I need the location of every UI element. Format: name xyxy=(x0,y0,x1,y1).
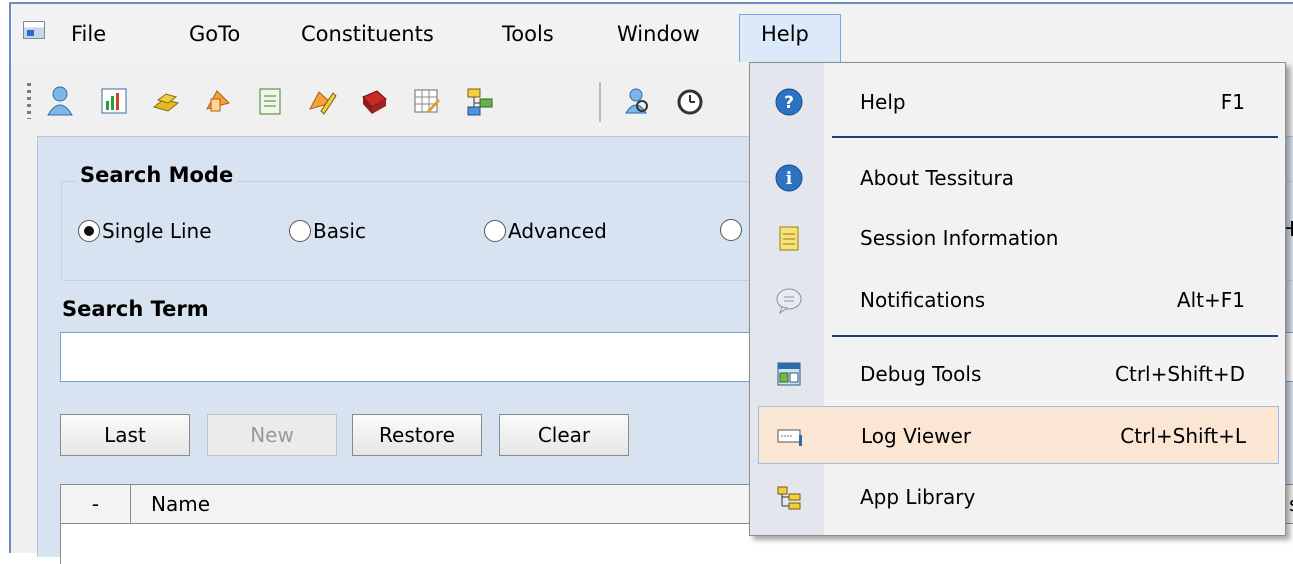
radio-icon[interactable] xyxy=(720,219,742,241)
menu-item-notifications[interactable]: Notifications Alt+F1 xyxy=(750,271,1285,329)
speech-bubble-icon xyxy=(776,288,802,315)
help-menu-dropdown: ? Help F1 i About Tessitura Session Info… xyxy=(749,62,1286,536)
mode-advanced-label: Advanced xyxy=(508,219,607,243)
search-person-icon[interactable] xyxy=(621,85,651,117)
grid-col-clipped[interactable]: s xyxy=(1289,492,1293,516)
menu-item-label: Log Viewer xyxy=(861,424,972,448)
alarm-clock-icon[interactable] xyxy=(675,85,705,117)
menu-item-help[interactable]: ? Help F1 xyxy=(750,73,1285,131)
mode-basic-label: Basic xyxy=(313,219,366,243)
hierarchy-icon[interactable] xyxy=(465,85,495,117)
mode-other-radio[interactable] xyxy=(720,219,744,241)
search-term-label: Search Term xyxy=(62,297,209,321)
app-window: File GoTo Constituents Tools Window Help xyxy=(9,2,1293,564)
info-icon: i xyxy=(775,164,803,192)
radio-selected-icon[interactable] xyxy=(78,220,100,242)
debug-tools-icon xyxy=(777,362,801,386)
clear-button[interactable]: Clear xyxy=(499,414,629,456)
menu-item-label: Debug Tools xyxy=(860,362,982,386)
last-button[interactable]: Last xyxy=(60,414,190,456)
restore-button[interactable]: Restore xyxy=(352,414,482,456)
menu-file[interactable]: File xyxy=(71,22,106,46)
menu-item-shortcut: Ctrl+Shift+L xyxy=(1120,424,1246,448)
grid-edit-icon[interactable] xyxy=(411,85,441,117)
notepad-icon xyxy=(779,226,799,251)
menu-goto[interactable]: GoTo xyxy=(189,22,240,46)
menu-item-debug-tools[interactable]: Debug Tools Ctrl+Shift+D xyxy=(750,345,1285,403)
menu-item-app-library[interactable]: App Library xyxy=(750,468,1285,526)
svg-text:i: i xyxy=(786,169,793,189)
help-icon: ? xyxy=(775,88,803,116)
radio-icon[interactable] xyxy=(289,220,311,242)
grid-col-select[interactable]: - xyxy=(61,485,131,523)
edit-tickets-icon[interactable] xyxy=(307,85,337,117)
menu-item-label: App Library xyxy=(860,485,976,509)
svg-text:?: ? xyxy=(784,93,794,113)
menu-constituents[interactable]: Constituents xyxy=(301,22,434,46)
grid-col-name[interactable]: Name xyxy=(151,492,210,516)
log-viewer-icon xyxy=(777,429,802,446)
menu-item-label: About Tessitura xyxy=(860,166,1015,190)
list-document-icon[interactable] xyxy=(255,85,285,117)
search-mode-title: Search Mode xyxy=(76,163,238,187)
tickets-icon[interactable] xyxy=(203,85,233,117)
menu-help[interactable]: Help xyxy=(761,22,809,46)
menu-bar: File GoTo Constituents Tools Window Help xyxy=(11,4,1293,66)
menu-separator xyxy=(832,335,1278,337)
radio-icon[interactable] xyxy=(484,220,506,242)
mode-basic-radio[interactable]: Basic xyxy=(289,219,366,243)
menu-item-log-viewer[interactable]: Log Viewer Ctrl+Shift+L xyxy=(758,406,1279,464)
book-icon[interactable] xyxy=(359,85,389,117)
app-library-icon xyxy=(777,486,801,510)
constituent-icon[interactable] xyxy=(45,85,75,117)
menu-item-about[interactable]: i About Tessitura xyxy=(750,149,1285,207)
menu-item-shortcut: F1 xyxy=(1220,90,1245,114)
toolbar-grip[interactable] xyxy=(27,83,31,119)
menu-item-shortcut: Alt+F1 xyxy=(1176,288,1245,312)
menu-window[interactable]: Window xyxy=(617,22,700,46)
menu-item-session-information[interactable]: Session Information xyxy=(750,209,1285,267)
app-system-icon[interactable] xyxy=(23,21,45,39)
mode-single-line-radio[interactable]: Single Line xyxy=(78,219,212,243)
menu-separator xyxy=(832,136,1278,138)
menu-item-label: Help xyxy=(860,90,906,114)
menu-tools[interactable]: Tools xyxy=(502,22,554,46)
chart-report-icon[interactable] xyxy=(99,85,129,117)
menu-item-label: Session Information xyxy=(860,226,1059,250)
mode-single-line-label: Single Line xyxy=(102,219,212,243)
gold-bars-icon[interactable] xyxy=(151,85,181,117)
menu-item-label: Notifications xyxy=(860,288,986,312)
mode-advanced-radio[interactable]: Advanced xyxy=(484,219,607,243)
new-button[interactable]: New xyxy=(207,414,337,456)
menu-item-shortcut: Ctrl+Shift+D xyxy=(1115,362,1245,386)
toolbar-separator xyxy=(599,82,601,122)
